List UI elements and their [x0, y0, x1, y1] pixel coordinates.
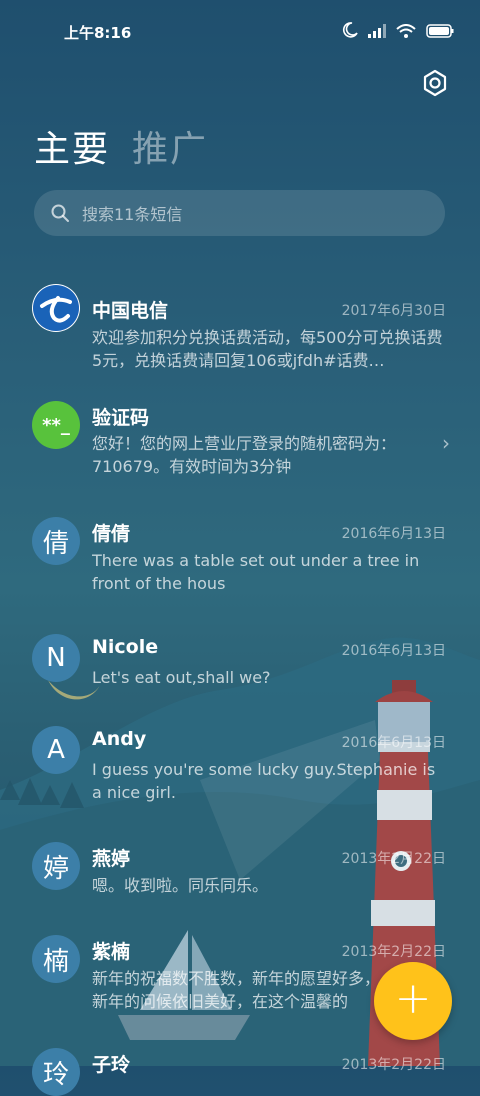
conversation-date: 2013年2月22日	[341, 944, 446, 960]
conversation-name: 验证码	[92, 407, 150, 429]
conversation-name: 子玲	[92, 1054, 131, 1076]
avatar: 楠	[32, 935, 80, 983]
search-input[interactable]: 搜索11条短信	[82, 201, 182, 225]
avatar: **_	[32, 401, 80, 449]
avatar: N	[32, 634, 80, 682]
conversation-preview: 新年的祝福数不胜数，新年的愿望好多，新年的问候依旧美好，在这个温馨的	[92, 969, 381, 1011]
conversation-date: 2013年2月22日	[341, 1057, 446, 1073]
conversation-preview: Let's eat out,shall we?	[92, 668, 271, 687]
status-time: 上午8:16	[64, 24, 132, 42]
conversation-date: 2017年6月30日	[341, 303, 446, 319]
conversation-preview: I guess you're some lucky guy.Stephanie …	[92, 760, 436, 802]
tab-promotions[interactable]: 推广	[132, 120, 208, 172]
search-icon	[51, 204, 69, 222]
settings-button[interactable]	[420, 68, 450, 98]
conversation-name: 倩倩	[92, 523, 131, 545]
search-bar[interactable]: 搜索11条短信	[34, 190, 445, 236]
avatar: 玲	[32, 1048, 80, 1096]
message-tabs: 主要 推广	[34, 120, 208, 172]
gear-icon	[423, 69, 447, 97]
conversation-preview: There was a table set out under a tree i…	[92, 551, 420, 593]
chevron-right-icon: ›	[442, 431, 450, 455]
conversation-name: Andy	[92, 728, 147, 750]
avatar	[32, 284, 80, 332]
conversation-preview: 欢迎参加积分兑换话费活动，每500分可兑换话费5元，兑换话费请回复106或jfd…	[92, 328, 443, 370]
conversation-name: 紫楠	[92, 941, 131, 963]
tab-primary[interactable]: 主要	[34, 120, 110, 172]
new-message-button[interactable]: +	[374, 962, 452, 1040]
avatar: 婷	[32, 842, 80, 890]
signal-icon	[368, 23, 386, 42]
status-bar: 上午8:16	[0, 0, 480, 62]
conversation-date: 2016年6月13日	[341, 526, 446, 542]
plus-icon: +	[394, 973, 432, 1024]
china-telecom-logo-icon	[33, 285, 79, 331]
conversation-date: 2016年6月13日	[341, 735, 446, 751]
avatar: A	[32, 726, 80, 774]
avatar: 倩	[32, 517, 80, 565]
conversation-name: 中国电信	[92, 300, 169, 322]
conversation-preview: 您好！您的网上营业厅登录的随机密码为：710679。有效时间为3分钟	[92, 434, 397, 476]
wifi-icon	[396, 23, 416, 42]
conversation-name: Nicole	[92, 636, 159, 658]
battery-icon	[426, 23, 454, 42]
status-icons	[342, 22, 454, 42]
conversation-preview: 嗯。收到啦。同乐同乐。	[92, 876, 269, 895]
conversation-name: 燕婷	[92, 848, 131, 870]
conversation-date: 2013年2月22日	[341, 851, 446, 867]
conversation-date: 2016年6月13日	[341, 643, 446, 659]
moon-icon	[342, 22, 358, 42]
